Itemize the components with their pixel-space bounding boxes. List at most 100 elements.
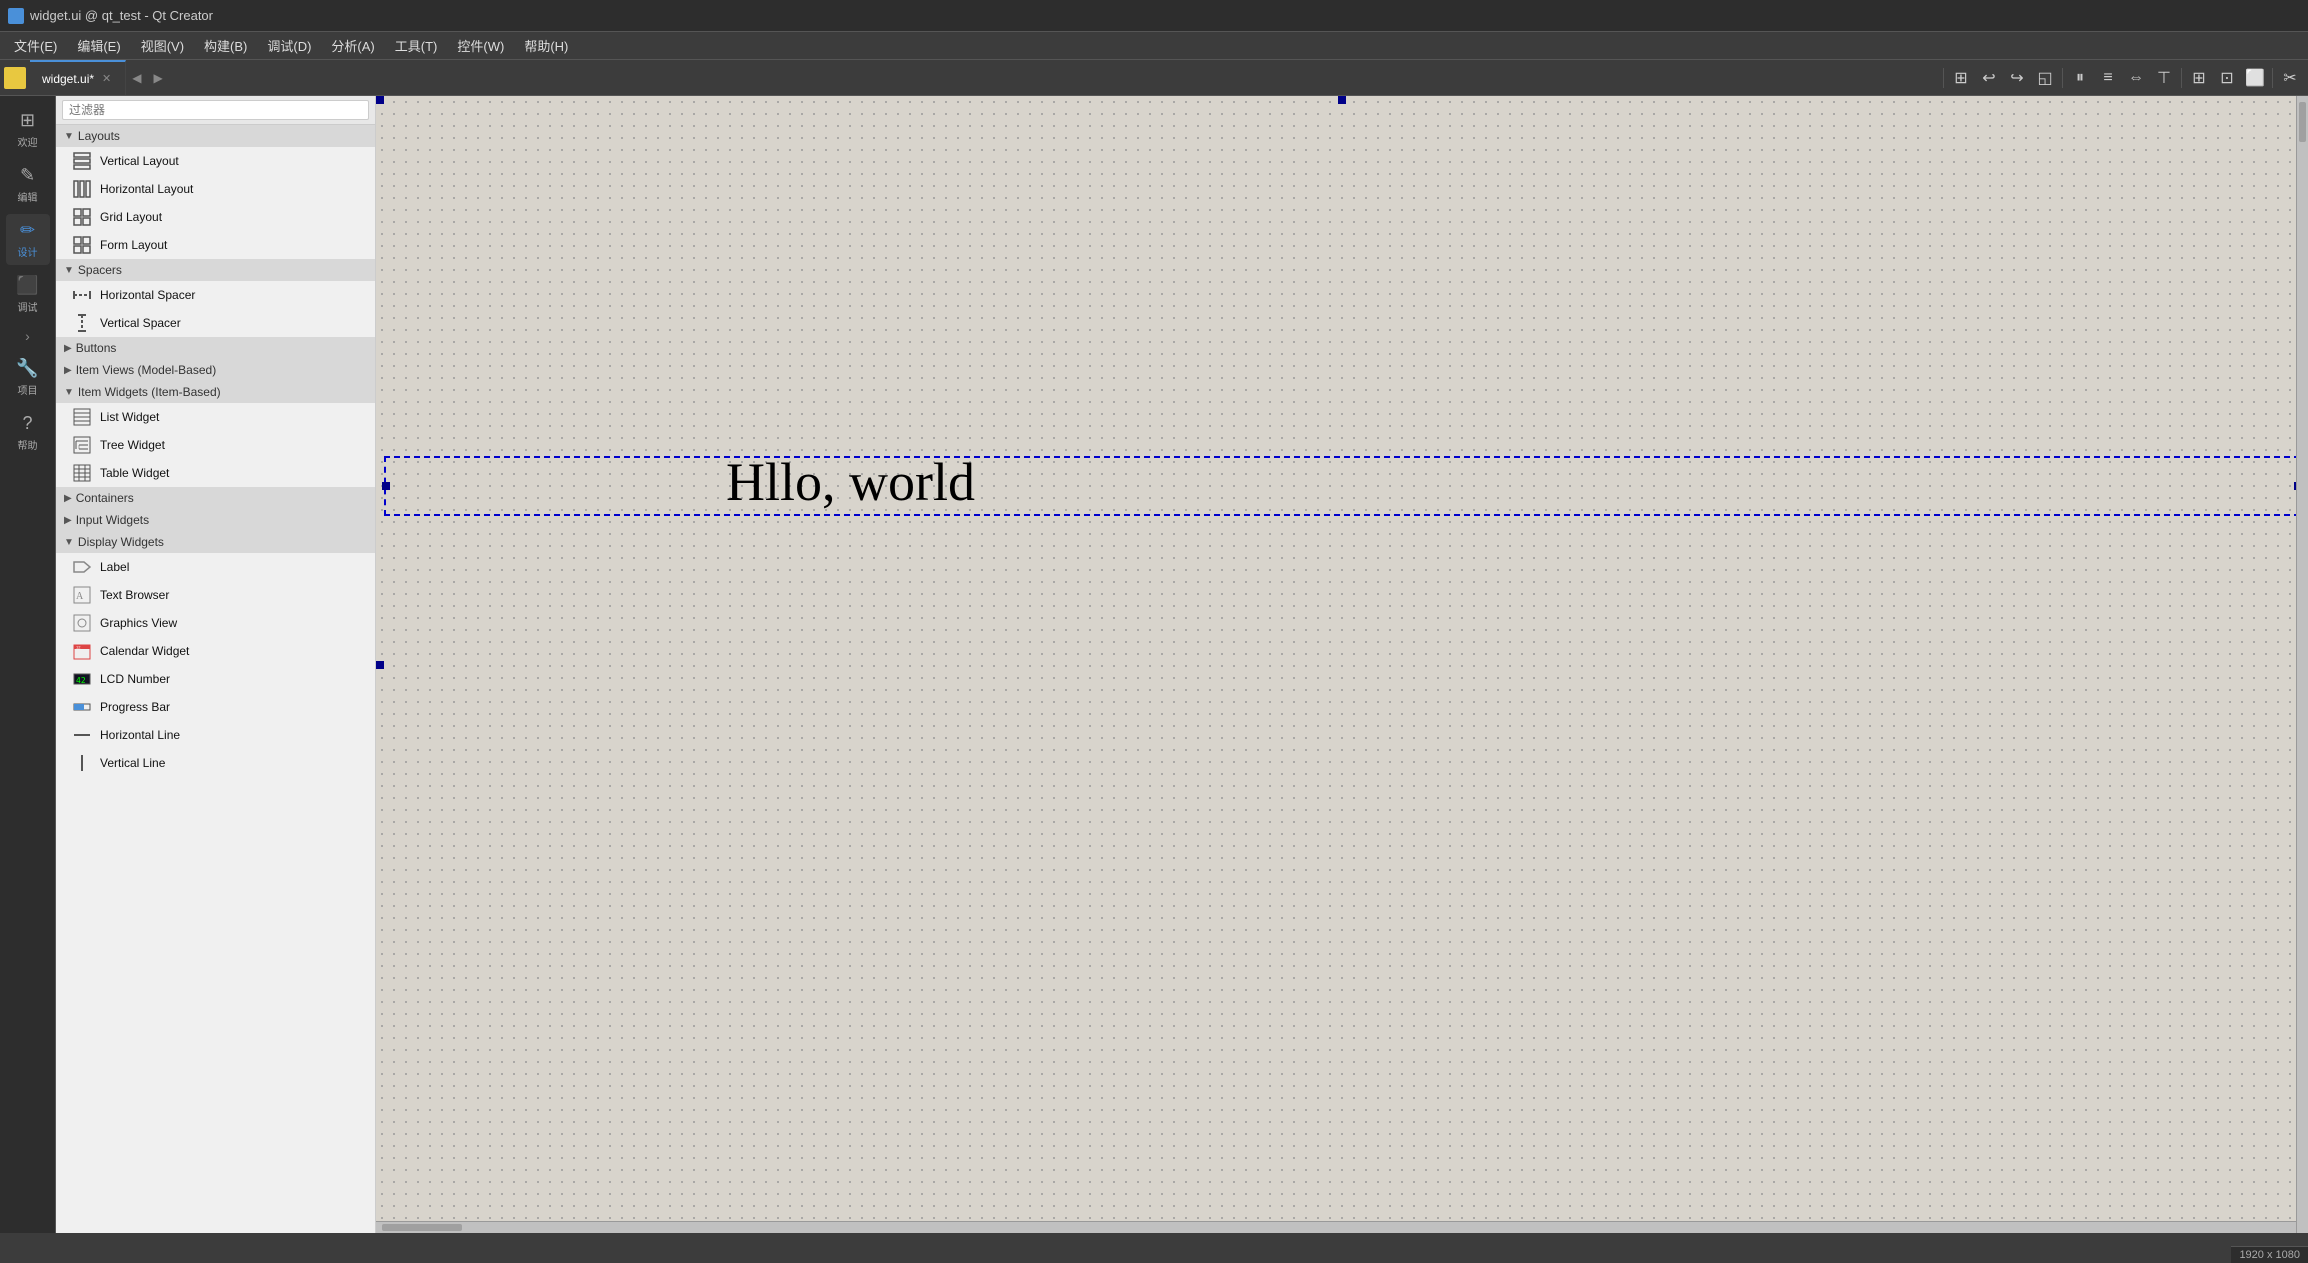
item-grid-layout[interactable]: Grid Layout [56,203,375,231]
menu-debug[interactable]: 调试(D) [257,32,321,59]
section-item-widgets[interactable]: ▼ Item Widgets (Item-Based) [56,381,375,403]
vertical-layout-label: Vertical Layout [100,154,179,168]
item-progress-bar[interactable]: Progress Bar [56,693,375,721]
handle-ml[interactable] [376,661,384,669]
toolbar-btn-9[interactable]: ⊞ [2185,64,2213,92]
toolbar-btn-4[interactable]: ◱ [2031,64,2059,92]
item-vertical-line[interactable]: Vertical Line [56,749,375,777]
toolbar-btn-1[interactable]: ⊞ [1947,64,1975,92]
graphics-view-icon [72,613,92,633]
filter-input[interactable] [62,100,369,120]
debug-icon: ⬛ [16,275,38,296]
sidebar-design-label: 设计 [18,244,38,259]
tab-close-btn[interactable]: ✕ [100,72,113,85]
toolbar-btn-6[interactable]: ≡ [2094,64,2122,92]
status-text: 1920 x 1080 [2239,1249,2300,1261]
item-graphics-view[interactable]: Graphics View [56,609,375,637]
item-horizontal-line[interactable]: Horizontal Line [56,721,375,749]
handle-tm[interactable] [1338,96,1346,104]
sidebar-help[interactable]: ? 帮助 [6,407,50,458]
item-label[interactable]: Label [56,553,375,581]
title-text: widget.ui @ qt_test - Qt Creator [30,8,213,23]
sidebar-design[interactable]: ✏ 设计 [6,214,50,265]
edit-icon: ✎ [20,165,35,186]
item-tree-widget[interactable]: Tree Widget [56,431,375,459]
calendar-widget-icon: 12 [72,641,92,661]
toolbar-btn-3[interactable]: ↪ [2003,64,2031,92]
calendar-widget-label: Calendar Widget [100,644,189,658]
section-display-widgets[interactable]: ▼ Display Widgets [56,531,375,553]
menu-build[interactable]: 构建(B) [194,32,257,59]
horizontal-spacer-icon [72,285,92,305]
sidebar-edit[interactable]: ✎ 编辑 [6,159,50,210]
section-spacers[interactable]: ▼ Spacers [56,259,375,281]
menu-edit[interactable]: 编辑(E) [67,32,130,59]
item-lcd-number[interactable]: 42 LCD Number [56,665,375,693]
toolbar-sep-3 [2181,68,2182,88]
menu-widgets[interactable]: 控件(W) [447,32,514,59]
form-layout-label: Form Layout [100,238,167,252]
buttons-label: Buttons [76,341,117,355]
item-vertical-spacer[interactable]: Vertical Spacer [56,309,375,337]
item-list-widget[interactable]: List Widget [56,403,375,431]
label-icon [72,557,92,577]
menu-help[interactable]: 帮助(H) [514,32,578,59]
sidebar-edit-label: 编辑 [18,189,38,204]
tab-left-arrow[interactable]: ◀ [126,71,147,85]
vertical-spacer-label: Vertical Spacer [100,316,181,330]
tree-widget-icon [72,435,92,455]
item-table-widget[interactable]: Table Widget [56,459,375,487]
item-widgets-items: List Widget Tree Widget [56,403,375,487]
menu-tools[interactable]: 工具(T) [385,32,448,59]
toolbar-btn-10[interactable]: ⊡ [2213,64,2241,92]
item-form-layout[interactable]: Form Layout [56,231,375,259]
toolbar-btn-11[interactable]: ⬜ [2241,64,2269,92]
section-item-views[interactable]: ▶ Item Views (Model-Based) [56,359,375,381]
tab-right-arrow[interactable]: ▶ [147,71,168,85]
toolbar-btn-7[interactable]: ⇔ [2122,64,2150,92]
item-views-label: Item Views (Model-Based) [76,363,217,377]
section-buttons[interactable]: ▶ Buttons [56,337,375,359]
horizontal-spacer-label: Horizontal Spacer [100,288,195,302]
item-widgets-arrow: ▼ [64,387,74,398]
tab-widget-ui[interactable]: widget.ui* ✕ [30,60,126,95]
canvas-area[interactable]: Hllo, world [376,96,2308,1233]
selection-handle-l[interactable] [382,482,390,490]
layouts-label: Layouts [78,129,120,143]
handle-tl[interactable] [376,96,384,104]
scrollbar-horizontal[interactable] [376,1221,2296,1233]
toolbar-sep-2 [2062,68,2063,88]
toolbar-btn-12[interactable]: ✂ [2276,64,2304,92]
sidebar-expand-debug[interactable]: › [21,324,34,348]
menu-analyze[interactable]: 分析(A) [321,32,384,59]
item-text-browser[interactable]: A Text Browser [56,581,375,609]
display-widgets-items: Label A Text Browser Grap [56,553,375,777]
toolbar-sep-1 [1943,68,1944,88]
item-horizontal-layout[interactable]: Horizontal Layout [56,175,375,203]
sidebar-debug[interactable]: ⬛ 调试 [6,269,50,320]
section-layouts[interactable]: ▼ Layouts [56,125,375,147]
input-widgets-arrow: ▶ [64,515,72,526]
item-vertical-layout[interactable]: Vertical Layout [56,147,375,175]
sidebar-help-label: 帮助 [18,437,38,452]
section-containers[interactable]: ▶ Containers [56,487,375,509]
sidebar-project[interactable]: 🔧 项目 [6,352,50,403]
buttons-arrow: ▶ [64,343,72,354]
vertical-layout-icon [72,151,92,171]
tree-widget-label: Tree Widget [100,438,165,452]
table-widget-icon [72,463,92,483]
toolbar-btn-8[interactable]: ⊤ [2150,64,2178,92]
sidebar-welcome[interactable]: ⊞ 欢迎 [6,104,50,155]
item-horizontal-spacer[interactable]: Horizontal Spacer [56,281,375,309]
menu-file[interactable]: 文件(E) [4,32,67,59]
item-calendar-widget[interactable]: 12 Calendar Widget [56,637,375,665]
toolbar-btn-5[interactable]: ⏸ [2066,64,2094,92]
section-input-widgets[interactable]: ▶ Input Widgets [56,509,375,531]
form-layout-icon [72,235,92,255]
scrollbar-vertical[interactable] [2296,96,2308,1233]
table-widget-label: Table Widget [100,466,169,480]
toolbar-btn-2[interactable]: ↩ [1975,64,2003,92]
title-bar: widget.ui @ qt_test - Qt Creator [0,0,2308,32]
menu-view[interactable]: 视图(V) [131,32,194,59]
label-widget-text[interactable]: Hllo, world [726,451,975,513]
